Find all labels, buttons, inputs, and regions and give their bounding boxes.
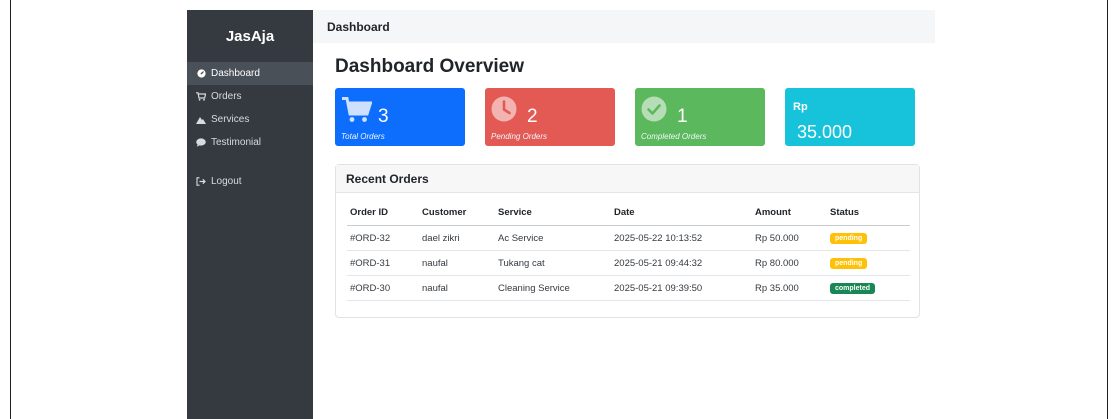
- column-header: Order ID: [347, 207, 419, 226]
- status-cell: completed: [827, 275, 910, 301]
- amount-cell: Rp 35.000: [752, 275, 827, 301]
- pending-orders-card: 2 Pending Orders: [485, 88, 615, 146]
- total-orders-value: 3: [378, 106, 389, 127]
- page-title: Dashboard Overview: [335, 56, 525, 77]
- service-cell: Tukang cat: [495, 250, 611, 276]
- recent-orders-panel: Recent Orders Order ID Customer Service …: [335, 164, 920, 318]
- logout-icon: [196, 177, 206, 187]
- service-cell: Ac Service: [495, 225, 611, 251]
- column-header: Status: [827, 207, 910, 226]
- total-orders-card: 3 Total Orders: [335, 88, 465, 146]
- column-header: Date: [611, 207, 752, 226]
- customer-cell: naufal: [419, 250, 495, 276]
- sidebar-item-testimonial[interactable]: Testimonial: [187, 131, 313, 154]
- sidebar-item-orders[interactable]: Orders: [187, 85, 313, 108]
- status-badge: completed: [830, 283, 876, 294]
- table-row[interactable]: #ORD-30 naufal Cleaning Service 2025-05-…: [347, 275, 910, 301]
- topbar: Dashboard: [313, 10, 935, 43]
- cart-icon: [196, 92, 206, 102]
- order-id-cell: #ORD-31: [347, 250, 419, 276]
- amount-cell: Rp 50.000: [752, 225, 827, 251]
- service-cell: Cleaning Service: [495, 275, 611, 301]
- completed-orders-value: 1: [677, 106, 688, 127]
- check-circle-icon: [641, 96, 667, 127]
- topbar-title: Dashboard: [327, 19, 390, 34]
- customer-cell: dael zikri: [419, 225, 495, 251]
- status-badge: pending: [830, 233, 868, 244]
- revenue-card: Rp 35.000: [785, 88, 915, 146]
- pending-orders-value: 2: [527, 106, 538, 127]
- sidebar-item-label: Services: [211, 114, 250, 125]
- sidebar-item-label: Logout: [211, 176, 242, 187]
- main-area: Dashboard Dashboard Overview 3 Total Ord…: [313, 10, 935, 419]
- sidebar: JasAja Dashboard Orders Services Testimo…: [187, 10, 313, 419]
- comment-icon: [196, 138, 206, 148]
- brand-logo[interactable]: JasAja: [187, 10, 313, 62]
- date-cell: 2025-05-21 09:39:50: [611, 275, 752, 301]
- sidebar-item-label: Dashboard: [211, 68, 260, 79]
- column-header: Service: [495, 207, 611, 226]
- pending-orders-caption: Pending Orders: [491, 132, 548, 141]
- sidebar-item-services[interactable]: Services: [187, 108, 313, 131]
- status-badge: pending: [830, 258, 868, 269]
- table-row[interactable]: #ORD-32 dael zikri Ac Service 2025-05-22…: [347, 225, 910, 251]
- column-header: Customer: [419, 207, 495, 226]
- status-cell: pending: [827, 225, 910, 251]
- total-orders-caption: Total Orders: [341, 132, 385, 141]
- panel-title: Recent Orders: [336, 165, 919, 193]
- date-cell: 2025-05-22 10:13:52: [611, 225, 752, 251]
- revenue-value: 35.000: [797, 122, 853, 142]
- dashboard-icon: [196, 69, 206, 79]
- completed-orders-caption: Completed Orders: [641, 132, 707, 141]
- content: Dashboard Overview 3 Total Orders 2 Pend…: [313, 43, 935, 318]
- amount-cell: Rp 80.000: [752, 250, 827, 276]
- cart-icon: [342, 97, 373, 128]
- currency-prefix: Rp: [793, 101, 808, 113]
- orders-table: Order ID Customer Service Date Amount St…: [347, 207, 910, 301]
- clock-icon: [491, 96, 517, 127]
- date-cell: 2025-05-21 09:44:32: [611, 250, 752, 276]
- table-header-row: Order ID Customer Service Date Amount St…: [347, 207, 910, 226]
- order-id-cell: #ORD-32: [347, 225, 419, 251]
- stat-cards: 3 Total Orders 2 Pending Orders 1 Comple…: [335, 88, 921, 146]
- app-window: JasAja Dashboard Orders Services Testimo…: [187, 10, 935, 419]
- sidebar-item-label: Testimonial: [211, 137, 262, 148]
- sidebar-item-logout[interactable]: Logout: [187, 170, 313, 193]
- customer-cell: naufal: [419, 275, 495, 301]
- column-header: Amount: [752, 207, 827, 226]
- mountain-icon: [196, 115, 206, 125]
- table-row[interactable]: #ORD-31 naufal Tukang cat 2025-05-21 09:…: [347, 250, 910, 276]
- sidebar-item-dashboard[interactable]: Dashboard: [187, 62, 313, 85]
- status-cell: pending: [827, 250, 910, 276]
- completed-orders-card: 1 Completed Orders: [635, 88, 765, 146]
- sidebar-item-label: Orders: [211, 91, 242, 102]
- order-id-cell: #ORD-30: [347, 275, 419, 301]
